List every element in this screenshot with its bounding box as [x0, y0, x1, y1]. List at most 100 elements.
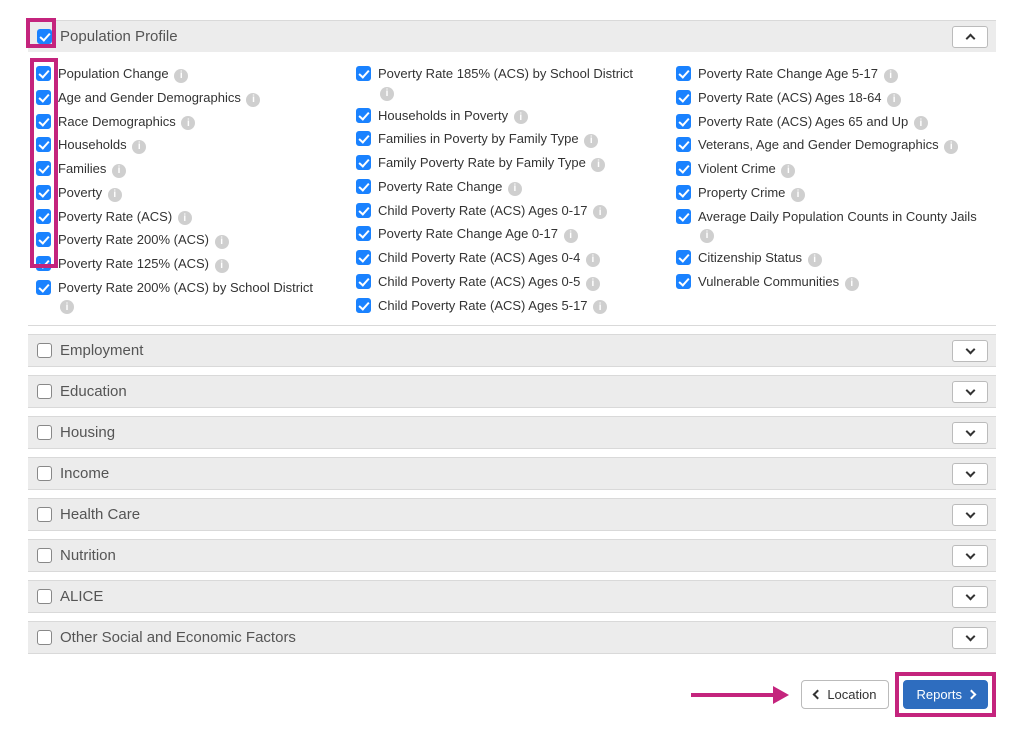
info-icon[interactable]: i: [108, 188, 122, 202]
indicator-checkbox[interactable]: [36, 114, 51, 129]
section-header-education[interactable]: Education: [28, 375, 996, 407]
section-checkbox-population-profile[interactable]: [37, 29, 52, 44]
info-icon[interactable]: i: [845, 277, 859, 291]
indicator-label-wrap: Child Poverty Rate (ACS) Ages 0-5 i: [378, 273, 668, 291]
info-icon[interactable]: i: [808, 253, 822, 267]
indicator-checkbox[interactable]: [676, 274, 691, 289]
indicator-checkbox[interactable]: [356, 298, 371, 313]
indicator-label-wrap: Poverty Rate 200% (ACS) by School Distri…: [58, 279, 348, 315]
indicator-checkbox[interactable]: [36, 185, 51, 200]
info-icon[interactable]: i: [591, 158, 605, 172]
indicator-checkbox[interactable]: [36, 90, 51, 105]
indicator-checkbox[interactable]: [676, 161, 691, 176]
section-header-housing[interactable]: Housing: [28, 416, 996, 448]
indicator-checkbox[interactable]: [356, 179, 371, 194]
indicator-checkbox[interactable]: [36, 232, 51, 247]
indicator-checkbox[interactable]: [356, 226, 371, 241]
collapse-button[interactable]: [952, 26, 988, 48]
info-icon[interactable]: i: [586, 253, 600, 267]
indicator-checkbox[interactable]: [356, 108, 371, 123]
info-icon[interactable]: i: [132, 140, 146, 154]
info-icon[interactable]: i: [791, 188, 805, 202]
info-icon[interactable]: i: [700, 229, 714, 243]
info-icon[interactable]: i: [781, 164, 795, 178]
indicator-checkbox[interactable]: [676, 90, 691, 105]
section-header-nutrition[interactable]: Nutrition: [28, 539, 996, 571]
indicator-checkbox[interactable]: [36, 66, 51, 81]
indicator-item: Child Poverty Rate (ACS) Ages 0-17 i: [356, 199, 668, 223]
section-checkbox-income[interactable]: [37, 466, 52, 481]
indicator-checkbox[interactable]: [356, 203, 371, 218]
section-checkbox-housing[interactable]: [37, 425, 52, 440]
chevron-down-icon: [965, 426, 975, 436]
section-header-alice[interactable]: ALICE: [28, 580, 996, 612]
info-icon[interactable]: i: [914, 116, 928, 130]
indicator-checkbox[interactable]: [356, 66, 371, 81]
chevron-left-icon: [813, 690, 823, 700]
info-icon[interactable]: i: [181, 116, 195, 130]
info-icon[interactable]: i: [884, 69, 898, 83]
indicator-checkbox[interactable]: [676, 185, 691, 200]
section-header-health-care[interactable]: Health Care: [28, 498, 996, 530]
expand-button[interactable]: [952, 422, 988, 444]
info-icon[interactable]: i: [586, 277, 600, 291]
indicator-checkbox[interactable]: [676, 209, 691, 224]
info-icon[interactable]: i: [178, 211, 192, 225]
indicator-item: Poverty Rate 200% (ACS) i: [36, 228, 348, 252]
info-icon[interactable]: i: [60, 300, 74, 314]
indicator-item: Child Poverty Rate (ACS) Ages 0-5 i: [356, 270, 668, 294]
info-icon[interactable]: i: [246, 93, 260, 107]
info-icon[interactable]: i: [508, 182, 522, 196]
section-checkbox-alice[interactable]: [37, 589, 52, 604]
info-icon[interactable]: i: [514, 110, 528, 124]
section-checkbox-education[interactable]: [37, 384, 52, 399]
section-header-population-profile[interactable]: Population Profile: [28, 20, 996, 52]
info-icon[interactable]: i: [564, 229, 578, 243]
indicator-checkbox[interactable]: [36, 161, 51, 176]
info-icon[interactable]: i: [112, 164, 126, 178]
indicator-checkbox[interactable]: [676, 66, 691, 81]
info-icon[interactable]: i: [215, 259, 229, 273]
indicator-label: Poverty Rate (ACS) Ages 65 and Up: [698, 114, 908, 129]
section-checkbox-other-social[interactable]: [37, 630, 52, 645]
info-icon[interactable]: i: [593, 300, 607, 314]
indicator-checkbox[interactable]: [356, 155, 371, 170]
section-header-employment[interactable]: Employment: [28, 334, 996, 366]
indicator-checkbox[interactable]: [676, 137, 691, 152]
section-checkbox-nutrition[interactable]: [37, 548, 52, 563]
info-icon[interactable]: i: [887, 93, 901, 107]
info-icon[interactable]: i: [380, 87, 394, 101]
info-icon[interactable]: i: [174, 69, 188, 83]
indicator-checkbox[interactable]: [356, 274, 371, 289]
info-icon[interactable]: i: [215, 235, 229, 249]
section-header-other-social[interactable]: Other Social and Economic Factors: [28, 621, 996, 653]
reports-button[interactable]: Reports: [903, 680, 988, 709]
indicator-checkbox[interactable]: [676, 114, 691, 129]
indicator-label-wrap: Citizenship Status i: [698, 249, 988, 267]
expand-button[interactable]: [952, 545, 988, 567]
indicator-label-wrap: Race Demographics i: [58, 113, 348, 131]
indicator-label-wrap: Poverty Rate (ACS) Ages 18-64 i: [698, 89, 988, 107]
expand-button[interactable]: [952, 381, 988, 403]
indicator-label: Poverty Rate 185% (ACS) by School Distri…: [378, 66, 633, 81]
indicator-item: Poverty Rate (ACS) i: [36, 205, 348, 229]
indicator-checkbox[interactable]: [356, 131, 371, 146]
expand-button[interactable]: [952, 586, 988, 608]
section-checkbox-employment[interactable]: [37, 343, 52, 358]
info-icon[interactable]: i: [944, 140, 958, 154]
info-icon[interactable]: i: [593, 205, 607, 219]
indicator-checkbox[interactable]: [36, 209, 51, 224]
indicator-checkbox[interactable]: [356, 250, 371, 265]
indicator-checkbox[interactable]: [676, 250, 691, 265]
location-button[interactable]: Location: [801, 680, 889, 709]
expand-button[interactable]: [952, 627, 988, 649]
expand-button[interactable]: [952, 340, 988, 362]
indicator-checkbox[interactable]: [36, 137, 51, 152]
expand-button[interactable]: [952, 463, 988, 485]
indicator-checkbox[interactable]: [36, 256, 51, 271]
info-icon[interactable]: i: [584, 134, 598, 148]
section-header-income[interactable]: Income: [28, 457, 996, 489]
expand-button[interactable]: [952, 504, 988, 526]
indicator-checkbox[interactable]: [36, 280, 51, 295]
section-checkbox-health-care[interactable]: [37, 507, 52, 522]
